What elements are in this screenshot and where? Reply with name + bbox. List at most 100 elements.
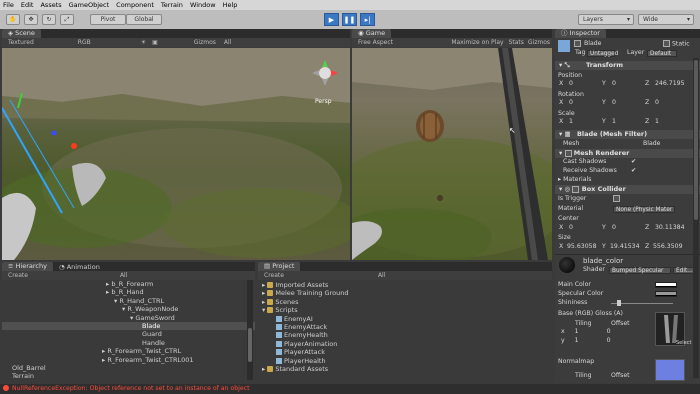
receive-shadows-checkbox[interactable]: ✔ <box>631 167 636 175</box>
tag-dropdown[interactable]: Untagged <box>587 50 618 57</box>
layer-dropdown[interactable]: Default <box>647 50 677 57</box>
main-color-swatch[interactable] <box>655 282 677 288</box>
hierarchy-item[interactable]: ▾ R_WeaponNode <box>2 305 255 313</box>
layers-dropdown[interactable]: Layers ▾ <box>578 14 634 25</box>
boxcollider-header[interactable]: ▾ ◎ Box Collider <box>555 185 700 194</box>
menu-file[interactable]: File <box>3 1 14 9</box>
play-button[interactable]: ▶ <box>324 13 339 26</box>
hierarchy-item-selected[interactable]: Blade <box>2 321 255 331</box>
step-button[interactable]: ▸| <box>360 13 375 26</box>
materials-foldout[interactable]: ▸ Materials <box>558 176 591 184</box>
game-view[interactable]: ↖ <box>352 48 552 260</box>
shader-dropdown[interactable]: Bumped Specular <box>609 267 671 274</box>
hierarchy-item[interactable]: ▾ GameSword <box>2 314 255 322</box>
position-y-field[interactable]: 0 <box>612 80 616 88</box>
center-y-field[interactable]: 0 <box>612 224 616 232</box>
gameobject-name-field[interactable]: Blade <box>584 40 654 48</box>
hierarchy-item[interactable]: ▸ R_Forearm_Twist_CTRL <box>2 347 255 355</box>
scale-y-field[interactable]: 1 <box>612 118 616 126</box>
hierarchy-item[interactable]: Terrain <box>2 372 255 380</box>
transform-header[interactable]: ▾ ⤡ Transform <box>555 61 700 70</box>
scene-view[interactable]: Persp <box>2 48 350 260</box>
pivot-toggle[interactable]: Pivot <box>90 14 126 25</box>
boxcollider-enabled-checkbox[interactable] <box>572 185 580 193</box>
hierarchy-item[interactable]: ▸ b_R_Forearm <box>2 280 255 288</box>
inspector-scroll-thumb[interactable] <box>694 60 698 220</box>
menu-terrain[interactable]: Terrain <box>161 1 183 9</box>
rotate-tool-button[interactable]: ↻ <box>42 14 56 25</box>
position-z-field[interactable]: 246.7195 <box>655 80 685 88</box>
status-bar[interactable]: NullReferenceException: Object reference… <box>0 384 700 394</box>
tiling-y-field[interactable]: 1 <box>575 337 579 344</box>
menu-gameobject[interactable]: GameObject <box>69 1 110 9</box>
hierarchy-scroll-thumb[interactable] <box>248 328 252 362</box>
center-x-field[interactable]: 0 <box>569 224 573 232</box>
inspector-scrollbar[interactable] <box>693 58 699 378</box>
cast-shadows-checkbox[interactable]: ✔ <box>631 158 636 166</box>
stats-toggle[interactable]: Stats <box>509 39 524 46</box>
lighting-toggle[interactable]: ☀ <box>141 39 146 46</box>
rotation-z-field[interactable]: 0 <box>655 99 659 107</box>
menu-edit[interactable]: Edit <box>21 1 34 9</box>
mesh-field[interactable]: Blade <box>643 140 661 148</box>
offset-x-field[interactable]: 0 <box>607 328 611 335</box>
project-script[interactable]: PlayerHealth <box>258 357 552 365</box>
hand-tool-button[interactable]: ✋ <box>6 14 20 25</box>
hierarchy-item[interactable]: ▾ R_Hand_CTRL <box>2 297 255 305</box>
scene-search-input[interactable]: All <box>224 39 231 46</box>
image-toggle[interactable]: ▣ <box>152 39 158 46</box>
project-folder[interactable]: ▸ Scenes <box>258 298 552 306</box>
maximize-on-play-toggle[interactable]: Maximize on Play <box>451 39 503 46</box>
tab-game[interactable]: ◉ Game <box>352 29 392 38</box>
offset-y-field[interactable]: 0 <box>607 337 611 344</box>
scale-x-field[interactable]: 1 <box>569 118 573 126</box>
select-texture-button[interactable]: Select <box>676 340 691 346</box>
aspect-dropdown[interactable]: Free Aspect <box>358 39 393 46</box>
tab-animation[interactable]: ◔ Animation <box>53 263 106 271</box>
pause-button[interactable]: ❚❚ <box>342 13 357 26</box>
project-create-dropdown[interactable]: Create <box>264 272 284 279</box>
move-tool-button[interactable]: ✥ <box>24 14 38 25</box>
position-x-field[interactable]: 0 <box>569 80 573 88</box>
gameobject-active-toggle[interactable] <box>574 40 581 48</box>
edit-shader-button[interactable]: Edit... <box>673 267 695 274</box>
menu-component[interactable]: Component <box>116 1 154 9</box>
normalmap-thumbnail[interactable] <box>655 359 685 381</box>
hierarchy-item[interactable]: Guard <box>2 330 255 338</box>
hierarchy-item[interactable]: Handle <box>2 339 255 347</box>
project-search-input[interactable]: All <box>378 272 385 279</box>
checkbox[interactable] <box>613 195 620 202</box>
physic-material-field[interactable]: None (Physic Mater <box>613 206 675 213</box>
render-mode-dropdown[interactable]: Textured <box>8 39 34 46</box>
project-folder[interactable]: ▸ Melee Training Ground <box>258 289 552 297</box>
menu-assets[interactable]: Assets <box>40 1 61 9</box>
hierarchy-item[interactable]: Old_Barrel <box>2 364 255 372</box>
tab-project[interactable]: ▤ Project <box>258 262 301 271</box>
project-folder[interactable]: ▸ Imported Assets <box>258 281 552 289</box>
rotation-y-field[interactable]: 0 <box>612 99 616 107</box>
specular-color-swatch[interactable] <box>655 291 677 297</box>
meshrenderer-header[interactable]: ▾ Mesh Renderer <box>555 149 700 158</box>
size-y-field[interactable]: 19.41534 <box>610 243 640 251</box>
project-folder[interactable]: ▾ Scripts <box>258 306 552 314</box>
shininess-slider-thumb[interactable] <box>617 300 621 306</box>
scale-z-field[interactable]: 1 <box>655 118 659 126</box>
tab-hierarchy[interactable]: ≡ Hierarchy <box>2 262 53 271</box>
rotation-x-field[interactable]: 0 <box>569 99 573 107</box>
hierarchy-create-dropdown[interactable]: Create <box>8 272 28 279</box>
project-script[interactable]: EnemyHealth <box>258 331 552 339</box>
project-script[interactable]: EnemyAI <box>258 315 552 323</box>
center-z-field[interactable]: 30.11384 <box>655 224 685 232</box>
static-toggle[interactable]: Static <box>663 40 690 48</box>
hierarchy-item[interactable]: ▸ R_Forearm_Twist_CTRL001 <box>2 356 255 364</box>
menu-help[interactable]: Help <box>223 1 238 9</box>
tab-scene[interactable]: ◈ Scene <box>2 29 41 38</box>
size-x-field[interactable]: 95.63058 <box>567 243 597 251</box>
checkbox[interactable] <box>663 40 670 47</box>
scale-tool-button[interactable]: ⤢ <box>60 14 74 25</box>
tiling-x-field[interactable]: 1 <box>575 328 579 335</box>
project-script[interactable]: PlayerAnimation <box>258 340 552 348</box>
project-script[interactable]: EnemyAttack <box>258 323 552 331</box>
global-toggle[interactable]: Global <box>126 14 162 25</box>
meshfilter-header[interactable]: ▾ ▦ Blade (Mesh Filter) <box>555 130 700 139</box>
